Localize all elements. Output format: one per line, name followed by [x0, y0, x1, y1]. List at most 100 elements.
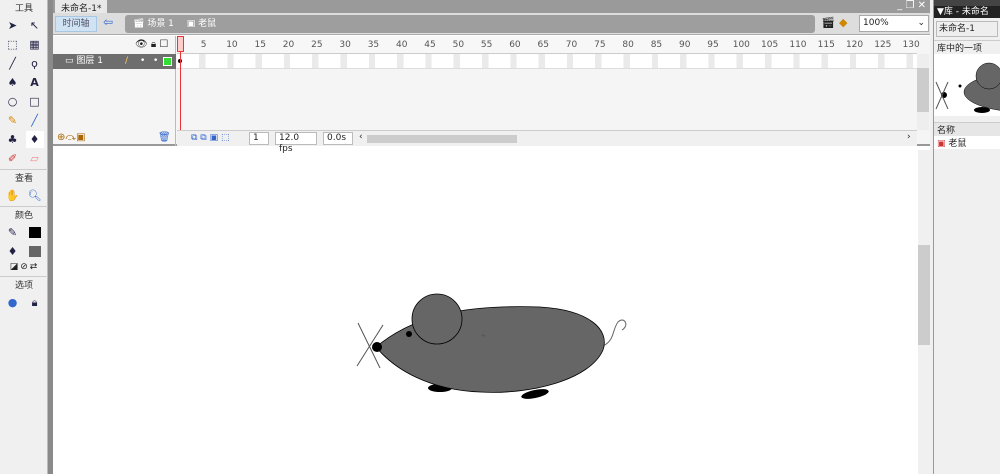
frame-number: 5 — [200, 40, 207, 50]
library-item-name: 老鼠 — [948, 139, 967, 149]
trash-icon[interactable]: 🗑︎ — [158, 132, 171, 143]
document-tab-bar: 未命名-1* _ ❐ ✕ — [53, 0, 930, 14]
timeline-vertical-scrollbar[interactable] — [917, 54, 929, 130]
pencil-tool-icon[interactable]: ✎ — [4, 112, 22, 129]
stroke-color-swatch[interactable] — [26, 224, 44, 241]
add-layer-icons[interactable]: ⊕⤼▣ — [57, 132, 86, 143]
library-preview — [934, 54, 1000, 116]
frame-number: 45 — [424, 40, 436, 50]
document-window: 未命名-1* _ ❐ ✕ 时间轴 ⇦ 🎬︎ 场景 1 ▣ 老鼠 🎬︎ ◆ 100… — [53, 0, 930, 474]
paint-bucket-icon[interactable]: ♦ — [25, 131, 44, 148]
frame-row[interactable] — [177, 54, 917, 69]
subselection-tool-icon[interactable]: ↖ — [26, 17, 44, 34]
line-tool-icon[interactable]: ╱ — [4, 55, 22, 72]
mouse-ear — [411, 293, 463, 345]
selection-tool-icon[interactable]: ➤ — [4, 17, 22, 34]
frame-number: 90 — [679, 40, 691, 50]
back-arrow-icon[interactable]: ⇦ — [103, 15, 113, 29]
frame-number: 75 — [594, 40, 606, 50]
frame-number: 25 — [311, 40, 323, 50]
stage-vertical-scrollbar[interactable] — [918, 150, 930, 474]
eraser-icon[interactable]: ▱ — [26, 150, 44, 167]
rectangle-tool-icon[interactable]: □ — [26, 93, 44, 110]
zoom-select[interactable]: 100% ⌄ — [859, 15, 929, 32]
swap-colors-icon[interactable]: ⇄ — [30, 262, 38, 272]
zoom-value: 100% — [863, 18, 889, 28]
fill-color-icon: ♦ — [7, 245, 18, 258]
eyedropper-icon[interactable]: ✐ — [4, 150, 22, 167]
frame-number: 60 — [509, 40, 521, 50]
timeline-toggle-button[interactable]: 时间轴 — [55, 16, 97, 32]
frame-number: 115 — [817, 40, 835, 50]
name-column-header[interactable]: 名称 — [934, 122, 1000, 136]
frame-number: 80 — [622, 40, 634, 50]
window-controls[interactable]: _ ❐ ✕ — [897, 0, 926, 11]
frame-number: 55 — [480, 40, 493, 50]
frame-number: 100 — [732, 40, 750, 50]
frame-number: 15 — [254, 40, 266, 50]
frame-rate[interactable]: 12.0 fps — [275, 132, 317, 154]
layer-header-icons[interactable]: 👁︎ 🔒︎ ☐ — [135, 39, 168, 50]
scroll-right-icon[interactable]: › — [907, 132, 911, 142]
symbol-icon: ▣ — [186, 19, 196, 29]
elapsed-time: 0.0s — [323, 132, 353, 145]
black-white-icon[interactable]: ◪ — [10, 262, 19, 272]
breadcrumb-symbol[interactable]: 老鼠 — [198, 19, 216, 29]
lock-fill-icon[interactable]: 🔒︎ — [26, 294, 44, 311]
current-frame: 1 — [249, 132, 269, 145]
pencil-icon: / — [125, 56, 129, 66]
symbol-icon: ▣ — [937, 139, 946, 149]
mouse-symbol[interactable]: ⌖ — [356, 293, 627, 401]
layer-name[interactable]: 图层 1 — [76, 56, 103, 66]
layers-pane: 👁︎ 🔒︎ ☐ ▭ 图层 1 / • • ⊕⤼▣ 🗑︎ — [53, 36, 176, 146]
scroll-left-icon[interactable]: ‹ — [359, 132, 363, 142]
edit-symbol-icon[interactable]: ◆ — [839, 16, 847, 29]
stroke-color-icon: ✎ — [7, 226, 18, 239]
frame-number: 110 — [789, 40, 807, 50]
breadcrumb-scene[interactable]: 场景 1 — [147, 19, 174, 29]
fill-color-swatch[interactable] — [26, 243, 44, 260]
no-color-icon[interactable]: ⊘ — [20, 262, 28, 272]
preview-label: 库中的一项 — [934, 40, 1000, 54]
frame-number: 120 — [845, 40, 864, 50]
library-title[interactable]: ▼库 - 未命名 — [934, 6, 1000, 18]
snap-option-icon[interactable]: ● — [4, 294, 22, 311]
view-title: 查看 — [0, 169, 48, 185]
color-title: 颜色 — [0, 206, 48, 222]
edit-bar: 时间轴 ⇦ 🎬︎ 场景 1 ▣ 老鼠 🎬︎ ◆ 100% ⌄ — [53, 13, 930, 35]
zoom-tool-icon[interactable]: 🔍︎ — [26, 187, 44, 204]
document-tab[interactable]: 未命名-1* — [55, 0, 108, 14]
fill-transform-icon[interactable]: ▦ — [26, 36, 44, 53]
frame-number: 65 — [537, 40, 549, 50]
ink-bottle-icon[interactable]: ♣ — [4, 131, 22, 148]
edit-scene-icon[interactable]: 🎬︎ — [821, 16, 835, 29]
library-document-select[interactable]: 未命名-1 — [936, 21, 998, 37]
library-item[interactable]: ▣ 老鼠 — [934, 136, 1000, 149]
frame-number: 10 — [226, 40, 238, 50]
frame-number: 105 — [761, 40, 779, 50]
mouse-tail — [602, 319, 627, 347]
frame-number: 130 — [902, 40, 920, 50]
options-title: 选项 — [0, 276, 48, 292]
pen-tool-icon[interactable]: ♠ — [4, 74, 22, 91]
outline-color-box[interactable] — [163, 57, 172, 66]
brush-tool-icon[interactable]: ╱ — [26, 112, 44, 129]
frame-number: 20 — [282, 40, 295, 50]
layer-row[interactable]: ▭ 图层 1 / • • — [53, 54, 176, 69]
hand-tool-icon[interactable]: ✋ — [4, 187, 22, 204]
frame-number: 85 — [650, 40, 663, 50]
playhead[interactable] — [177, 36, 184, 136]
timeline-status-bar: ⧉ ⧉ ▣ ⬚ 1 12.0 fps 0.0s ‹ › — [177, 130, 917, 154]
free-transform-icon[interactable]: ⬚ — [4, 36, 22, 53]
frame-number: 30 — [339, 40, 351, 50]
frame-number: 70 — [565, 40, 578, 50]
visibility-dot[interactable]: • — [140, 54, 145, 69]
lock-dot[interactable]: • — [153, 54, 158, 69]
stage[interactable]: ⌖ — [53, 150, 918, 474]
oval-tool-icon[interactable]: ○ — [4, 93, 22, 110]
frame-ruler[interactable]: 1510152025303540455055606570758085909510… — [177, 36, 920, 54]
lasso-tool-icon[interactable]: ϙ — [26, 55, 44, 72]
text-tool-icon[interactable]: A — [26, 74, 44, 91]
timeline-horizontal-scrollbar[interactable] — [367, 135, 517, 143]
onion-skin-icons[interactable]: ⧉ ⧉ ▣ ⬚ — [191, 133, 229, 143]
